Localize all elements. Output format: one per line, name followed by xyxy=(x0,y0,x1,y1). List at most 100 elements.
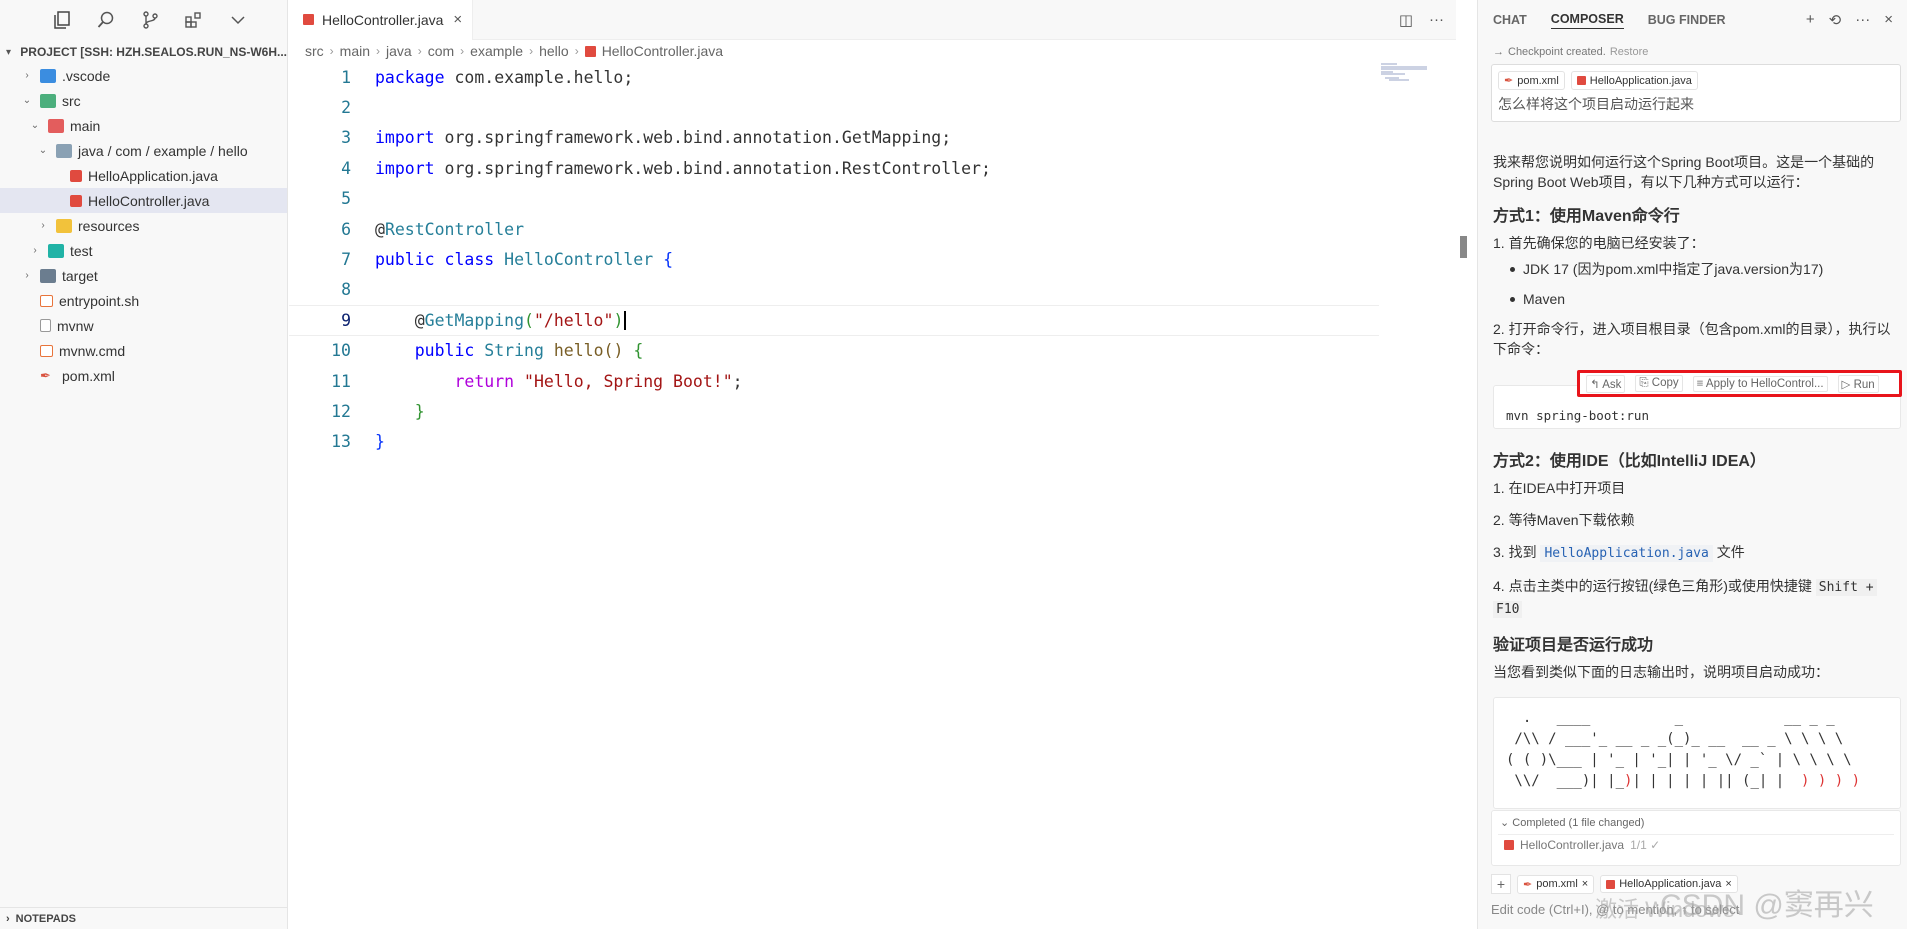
split-editor-icon[interactable]: ◫ xyxy=(1399,11,1413,29)
tree-item-src[interactable]: ⌄ src xyxy=(0,88,287,113)
code-line: 4 import org.springframework.web.bind.ann… xyxy=(341,158,991,178)
chevron-down-icon[interactable] xyxy=(228,10,248,30)
tab-hello-controller[interactable]: HelloController.java × xyxy=(289,0,474,40)
code-line: 8 xyxy=(341,280,351,300)
copy-button[interactable]: ⎘ Copy xyxy=(1635,375,1683,392)
chevron-down-icon: ⌄ xyxy=(1500,817,1513,829)
code-line: 7 public class HelloController { xyxy=(341,250,674,270)
editor-tabbar: HelloController.java × ◫ ··· xyxy=(289,0,1456,40)
add-context-button[interactable]: + xyxy=(1491,874,1511,894)
tab-bug-finder[interactable]: BUG FINDER xyxy=(1648,13,1726,27)
context-chip[interactable]: ✒ pom.xml × xyxy=(1517,874,1595,894)
arrow-icon: → xyxy=(1493,46,1504,58)
chevron-right-icon: › xyxy=(529,44,534,58)
maven-file-icon: ✒ xyxy=(1504,75,1514,87)
tab-chat[interactable]: CHAT xyxy=(1493,13,1527,27)
search-icon[interactable] xyxy=(96,10,116,30)
java-file-icon xyxy=(1606,879,1616,889)
breadcrumb-item[interactable]: hello xyxy=(539,43,569,59)
tree-item-mvnw[interactable]: mvnw xyxy=(0,313,287,338)
tab-composer[interactable]: COMPOSER xyxy=(1550,12,1624,29)
chevron-down-icon: ⌄ xyxy=(30,120,40,131)
chevron-right-icon: › xyxy=(41,220,45,231)
breadcrumb-item[interactable]: HelloController.java xyxy=(602,43,723,59)
scrollbar[interactable] xyxy=(1460,236,1467,258)
context-chip[interactable]: ✒ pom.xml xyxy=(1498,71,1565,90)
restore-link[interactable]: Restore xyxy=(1610,46,1649,58)
breadcrumb-item[interactable]: example xyxy=(470,43,523,59)
tree-item-resources[interactable]: › resources xyxy=(0,213,287,238)
tree-item-java-package[interactable]: ⌄ java / com / example / hello xyxy=(0,138,287,163)
csdn-watermark: CSDN @窦再兴 xyxy=(1660,889,1874,922)
code-line: 10 public String hello() { xyxy=(331,341,644,361)
chevron-right-icon: › xyxy=(417,44,422,58)
minimap[interactable] xyxy=(1379,62,1439,92)
close-icon[interactable]: × xyxy=(1582,878,1588,890)
breadcrumb-item[interactable]: src xyxy=(305,43,324,59)
plus-icon[interactable]: + xyxy=(1806,11,1815,29)
context-chip[interactable]: HelloApplication.java xyxy=(1570,71,1698,90)
intro-text: 我来帮您说明如何运行这个Spring Boot项目。这是一个基础的Spring … xyxy=(1493,154,1875,190)
history-icon[interactable]: ⟲ xyxy=(1829,11,1842,29)
tree-item-entrypoint[interactable]: entrypoint.sh xyxy=(0,288,287,313)
tree-item-hello-controller[interactable]: HelloController.java xyxy=(0,188,287,213)
java-file-icon xyxy=(584,45,596,57)
extensions-icon[interactable] xyxy=(184,10,204,30)
test-folder-icon xyxy=(48,243,64,258)
section-heading: 验证项目是否运行成功 xyxy=(1493,637,1654,654)
chevron-right-icon: › xyxy=(33,245,37,256)
java-file-icon xyxy=(303,14,314,25)
tree-item-target[interactable]: › target xyxy=(0,263,287,288)
code-line: 5 xyxy=(341,189,351,209)
main-folder-icon xyxy=(48,118,64,133)
assistant-response: 我来帮您说明如何运行这个Spring Boot项目。这是一个基础的Spring … xyxy=(1493,152,1901,359)
completed-summary[interactable]: ⌄ Completed (1 file changed) HelloContro… xyxy=(1491,810,1901,866)
code-line: 11 return "Hello, Spring Boot!"; xyxy=(331,371,743,391)
chevron-right-icon: › xyxy=(25,70,29,81)
src-folder-icon xyxy=(40,93,56,108)
ask-button[interactable]: ↰ Ask xyxy=(1586,374,1626,393)
java-file-icon xyxy=(1504,839,1514,850)
code-line: 6 @RestController xyxy=(341,219,525,239)
user-message[interactable]: ✒ pom.xml HelloApplication.java 怎么样将这个项目启… xyxy=(1491,64,1901,122)
breadcrumb-item[interactable]: main xyxy=(340,43,370,59)
code-line: 1 package com.example.hello; xyxy=(341,67,634,87)
chevron-right-icon: › xyxy=(329,44,334,58)
code-editor[interactable]: 1 package com.example.hello; 2 3 import or… xyxy=(289,62,1379,457)
code-line: 2 xyxy=(341,98,351,118)
chevron-right-icon: › xyxy=(574,44,579,58)
more-actions-icon[interactable]: ··· xyxy=(1429,11,1444,29)
source-control-icon[interactable] xyxy=(140,10,160,30)
tree-item-pom[interactable]: ✒ pom.xml xyxy=(0,363,287,388)
tree-item-hello-application[interactable]: HelloApplication.java xyxy=(0,163,287,188)
tree-item-vscode[interactable]: › .vscode xyxy=(0,63,287,88)
section-heading: 方式1：使用Maven命令行 xyxy=(1493,208,1680,225)
kbd: Shift + xyxy=(1815,579,1877,596)
command-text: mvn spring-boot:run xyxy=(1506,408,1649,423)
shell-file-icon xyxy=(40,344,53,357)
resources-folder-icon xyxy=(56,218,72,233)
changed-file-row[interactable]: HelloController.java 1/1 ✓ xyxy=(1498,834,1894,854)
shell-file-icon xyxy=(40,294,53,307)
explorer-icon[interactable] xyxy=(52,10,72,30)
maven-file-icon: ✒ xyxy=(40,367,51,383)
tree-item-test[interactable]: › test xyxy=(0,238,287,263)
apply-button[interactable]: ≡ Apply to HelloControl... xyxy=(1692,375,1828,392)
close-icon[interactable]: × xyxy=(1884,11,1893,29)
breadcrumb-item[interactable]: java xyxy=(386,43,412,59)
java-file-icon xyxy=(1576,76,1586,85)
inline-code: HelloApplication.java xyxy=(1540,545,1713,562)
step-text: 4. 点击主类中的运行按钮(绿色三角形)或使用快捷键 Shift + F10 xyxy=(1493,576,1901,620)
tree-item-main[interactable]: ⌄ main xyxy=(0,113,287,138)
project-header[interactable]: ▾ PROJECT [SSH: HZH.SEALOS.RUN_NS-W6H... xyxy=(0,41,287,63)
activity-bar xyxy=(0,0,287,40)
notepads-header[interactable]: › NOTEPADS xyxy=(0,907,288,929)
run-button[interactable]: ▷ Run xyxy=(1837,374,1879,393)
breadcrumb-item[interactable]: com xyxy=(428,43,454,59)
close-icon[interactable]: × xyxy=(453,11,462,28)
target-folder-icon xyxy=(40,268,56,283)
tree-item-mvnw-cmd[interactable]: mvnw.cmd xyxy=(0,338,287,363)
more-icon[interactable]: ··· xyxy=(1855,11,1870,29)
code-block-toolbar: ↰ Ask ⎘ Copy ≡ Apply to HelloControl... … xyxy=(1577,370,1902,397)
file-icon xyxy=(40,319,51,332)
